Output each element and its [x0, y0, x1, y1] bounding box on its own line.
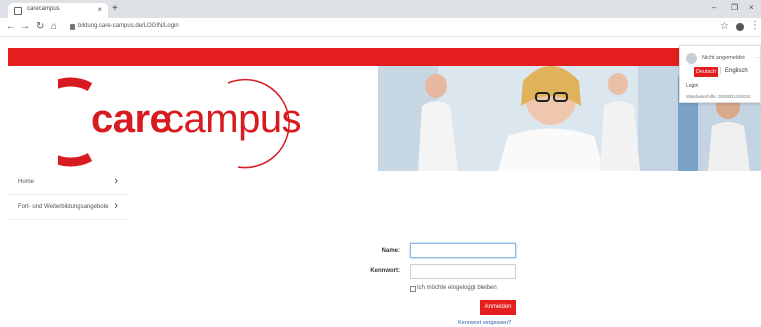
support-info: Mitarbeiterhilfe: 0030001410024 [686, 94, 751, 99]
avatar [686, 53, 697, 64]
tab-close-icon[interactable]: × [97, 4, 102, 16]
language-separator: | [720, 68, 722, 74]
sidebar-item-courses[interactable]: Fort- und Weiterbildungsangebote › [8, 198, 128, 220]
browser-tabstrip: carecampus × + – ❐ × [0, 0, 761, 18]
sidebar-item-home[interactable]: Home › [8, 173, 128, 195]
browser-toolbar: ← → ↻ ⌂ bildung.care-campus.de/LOGIN/Log… [0, 18, 761, 37]
minimize-icon[interactable]: – [712, 3, 716, 13]
password-input[interactable] [410, 264, 516, 279]
star-icon[interactable]: ☆ [720, 21, 729, 32]
chevron-right-icon: › [114, 175, 118, 187]
sidebar-item-label: Fort- und Weiterbildungsangebote [18, 204, 109, 210]
address-bar[interactable]: bildung.care-campus.de/LOGIN/Login [78, 23, 179, 29]
forgot-password-link[interactable]: Kennwort vergessen? [458, 320, 511, 326]
login-link[interactable]: Login [686, 83, 698, 89]
logo-word-campus: campus [164, 97, 302, 141]
login-button[interactable]: Anmelden [480, 300, 516, 315]
tab-title: carecampus [27, 6, 60, 12]
menu-icon[interactable]: ⋮ [750, 20, 760, 31]
stay-logged-in-label: Ich möchte eingeloggt bleiben [417, 285, 497, 291]
login-status: Nicht angemeldet [702, 55, 745, 61]
back-icon[interactable]: ← [6, 21, 16, 33]
restore-icon[interactable]: ❐ [731, 3, 738, 13]
more-icon[interactable]: ... [756, 54, 761, 60]
user-dropdown: Nicht angemeldet ... Deutsch | Englisch … [679, 45, 761, 103]
reload-icon[interactable]: ↻ [36, 21, 44, 33]
stay-logged-in-checkbox[interactable] [410, 286, 416, 292]
language-english-button[interactable]: Englisch [725, 68, 748, 74]
name-input[interactable] [410, 243, 516, 258]
forward-icon[interactable]: → [20, 21, 30, 33]
carecampus-logo[interactable]: care campus [58, 75, 310, 169]
account-icon[interactable] [736, 23, 744, 31]
browser-tab[interactable]: carecampus × [8, 3, 108, 18]
password-label: Kennwort: [370, 268, 400, 274]
name-label: Name: [381, 248, 400, 254]
new-tab-icon[interactable]: + [112, 3, 118, 15]
header-bar [8, 48, 761, 66]
window-close-icon[interactable]: × [749, 3, 754, 13]
logo-word-care: care [91, 97, 172, 141]
favicon-icon [14, 7, 22, 15]
language-german-button[interactable]: Deutsch [694, 67, 718, 77]
home-icon[interactable]: ⌂ [51, 21, 57, 33]
lock-icon [70, 24, 75, 30]
chevron-right-icon: › [114, 200, 118, 212]
sidebar-item-label: Home [18, 179, 35, 185]
